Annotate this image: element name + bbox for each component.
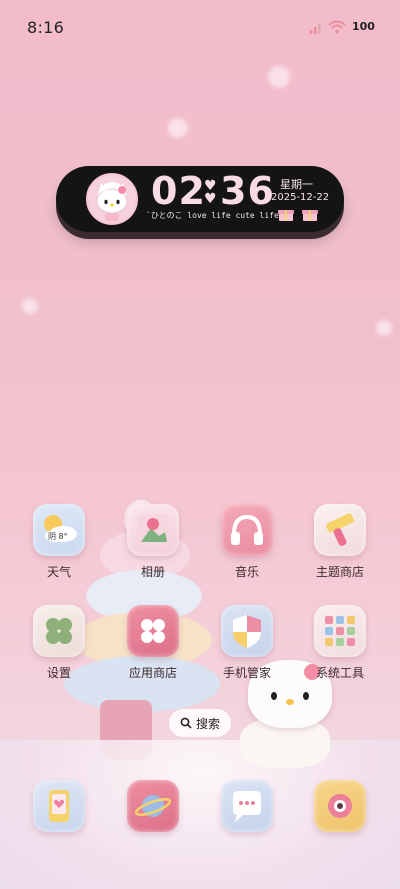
app-system-tools[interactable]: 系统工具	[305, 605, 375, 681]
clock-separator: ♥ ♥	[204, 178, 217, 207]
planet-browser-icon	[127, 780, 179, 832]
theme-store-icon	[314, 504, 366, 556]
app-music[interactable]: 音乐	[212, 504, 282, 580]
app-label: 音乐	[234, 565, 259, 579]
dock-messages[interactable]	[212, 780, 282, 832]
dock-phone[interactable]	[24, 780, 94, 832]
message-bubble-icon	[221, 780, 273, 832]
gallery-icon	[127, 504, 179, 556]
app-theme-store[interactable]: 主题商店	[305, 504, 375, 580]
dock-camera[interactable]	[305, 780, 375, 832]
clock-widget[interactable]: 02 ♥ ♥ 36 星期一 2025-12-22 `ひとのこ love life …	[56, 166, 344, 232]
signal-icon	[310, 24, 321, 34]
dock-browser[interactable]	[118, 780, 188, 832]
clock-weekday: 星期一	[280, 178, 313, 191]
sparkle	[168, 118, 188, 138]
app-label: 主题商店	[315, 565, 364, 579]
search-label: 搜索	[195, 716, 220, 731]
shield-icon	[221, 605, 273, 657]
app-settings[interactable]: 设置	[24, 605, 94, 681]
clock-hours: 02	[151, 169, 206, 213]
app-store-icon	[127, 605, 179, 657]
status-time: 8:16	[27, 18, 65, 37]
clock-tagline: `ひとのこ love life cute life	[146, 211, 279, 220]
search-icon	[180, 717, 192, 729]
app-label: 相册	[140, 565, 165, 579]
battery-level: 100	[352, 20, 375, 33]
kitty-avatar	[86, 173, 138, 225]
app-label: 设置	[46, 666, 71, 680]
weather-badge: 阴 8°	[48, 532, 68, 541]
app-label: 应用商店	[128, 666, 177, 680]
gift-icon	[302, 210, 318, 221]
app-gallery[interactable]: 相册	[118, 504, 188, 580]
app-label: 天气	[46, 565, 71, 579]
search-button[interactable]: 搜索	[169, 709, 231, 737]
clock-date: 2025-12-22	[271, 192, 330, 203]
status-bar: 8:16 100	[0, 0, 400, 56]
sparkle	[268, 66, 290, 88]
sparkle	[22, 298, 38, 314]
app-weather[interactable]: 阴 8° 天气	[24, 504, 94, 580]
wifi-icon	[328, 20, 346, 34]
phone-heart-icon	[33, 780, 85, 832]
weather-icon: 阴 8°	[33, 504, 85, 556]
clock-minutes: 36	[220, 169, 275, 213]
app-app-store[interactable]: 应用商店	[118, 605, 188, 681]
clover-settings-icon	[33, 605, 85, 657]
gift-icon	[278, 210, 294, 221]
tools-grid-icon	[314, 605, 366, 657]
app-label: 手机管家	[222, 666, 271, 680]
sparkle	[376, 320, 392, 336]
app-phone-manager[interactable]: 手机管家	[212, 605, 282, 681]
camera-icon	[314, 780, 366, 832]
app-label: 系统工具	[315, 666, 364, 680]
headphones-icon	[221, 504, 273, 556]
